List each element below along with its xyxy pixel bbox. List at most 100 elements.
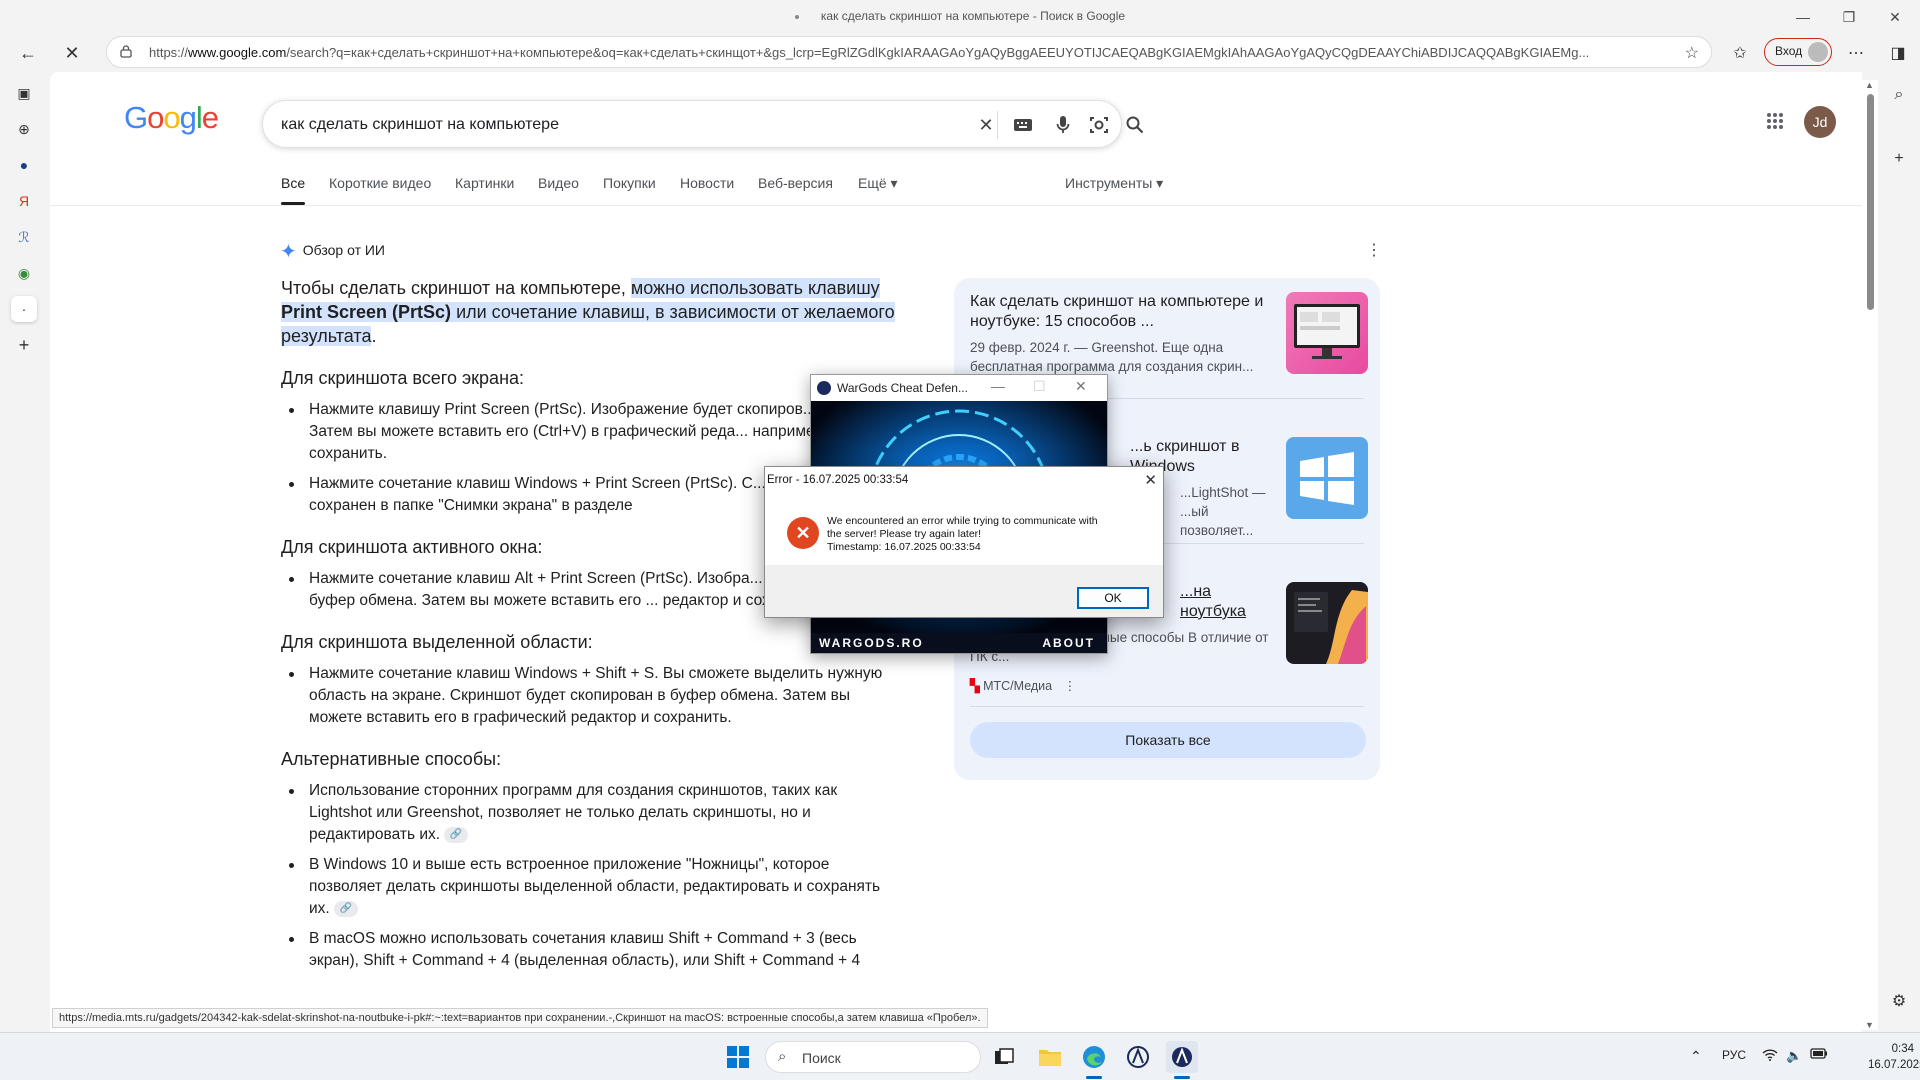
source-title[interactable]: ...на ноутбука: [1180, 582, 1280, 622]
minimize-button[interactable]: —: [1780, 0, 1826, 34]
taskbar: ⌕ Поиск ⌃ РУС 🔈 0:34 16.07.2025: [0, 1032, 1920, 1080]
ai-overview-menu-icon[interactable]: ⋮: [1366, 240, 1382, 260]
error-icon: ✕: [787, 517, 819, 549]
tab-shopping[interactable]: Покупки: [603, 175, 656, 191]
source-link-icon[interactable]: 🔗: [444, 826, 469, 843]
search-icon[interactable]: ⌕: [1886, 82, 1912, 108]
tab-favicon-plus[interactable]: ⊕: [11, 116, 37, 142]
wargods-site-link[interactable]: WARGODS.RO: [819, 636, 924, 650]
search-box[interactable]: как сделать скриншот на компьютере ✕: [262, 100, 1144, 148]
input-language[interactable]: РУС: [1722, 1048, 1746, 1062]
search-input[interactable]: как сделать скриншот на компьютере: [281, 116, 559, 134]
wargods-close-icon[interactable]: ✕: [1075, 378, 1087, 395]
tab-images[interactable]: Картинки: [455, 175, 514, 191]
ai-lead-paragraph: Чтобы сделать скриншот на компьютере, мо…: [281, 278, 895, 346]
stop-loading-icon[interactable]: ✕: [56, 37, 88, 69]
battery-icon[interactable]: [1810, 1048, 1828, 1062]
source-link-icon[interactable]: 🔗: [333, 900, 358, 917]
scrollbar-thumb[interactable]: [1867, 94, 1874, 310]
page-scrollbar[interactable]: ▲ ▼: [1862, 80, 1878, 1030]
mts-logo-icon: ▚: [970, 679, 980, 693]
task-view-icon[interactable]: [988, 1041, 1020, 1073]
add-sidebar-app-icon[interactable]: +: [1886, 146, 1912, 172]
google-logo[interactable]: Google: [124, 100, 219, 136]
sidebar-toggle-icon[interactable]: ◨: [1882, 37, 1914, 69]
wargods-taskbar-icon[interactable]: [1122, 1041, 1154, 1073]
wargods-minimize-icon[interactable]: —: [991, 378, 1005, 394]
search-divider: [997, 111, 998, 139]
tab-videos[interactable]: Видео: [538, 175, 579, 191]
microphone-icon[interactable]: [1051, 113, 1075, 137]
url-text[interactable]: https://www.google.com/search?q=как+сдел…: [149, 45, 1669, 60]
source-site[interactable]: ▚ МТС/Медиа ⋮: [970, 678, 1076, 693]
clear-search-icon[interactable]: ✕: [974, 113, 998, 137]
signin-button[interactable]: Вход: [1764, 38, 1832, 66]
tab-actions-icon[interactable]: ▣: [11, 80, 37, 106]
list-item: В Windows 10 и выше есть встроенное прил…: [281, 854, 901, 920]
account-avatar[interactable]: Jd: [1804, 106, 1836, 138]
error-dialog-close-icon[interactable]: ✕: [1144, 471, 1157, 489]
tab-favicon-translate[interactable]: ℛ: [11, 224, 37, 250]
file-explorer-icon[interactable]: [1034, 1041, 1066, 1073]
wargods-titlebar[interactable]: WarGods Cheat Defen... — ☐ ✕: [811, 375, 1107, 401]
show-all-button[interactable]: Показать все: [970, 722, 1366, 758]
taskbar-search[interactable]: ⌕ Поиск: [765, 1041, 981, 1073]
section-heading: Для скриншота выделенной области:: [281, 632, 593, 652]
search-submit-icon[interactable]: [1123, 113, 1147, 137]
wifi-icon[interactable]: [1762, 1048, 1778, 1064]
source-thumbnail[interactable]: [1286, 437, 1368, 519]
favorites-icon[interactable]: ✩: [1724, 37, 1756, 69]
tab-more[interactable]: Ещё ▾: [858, 175, 898, 192]
tools-button[interactable]: Инструменты ▾: [1065, 175, 1163, 192]
tab-short-videos[interactable]: Короткие видео: [329, 175, 431, 191]
favorite-star-icon[interactable]: ☆: [1685, 43, 1699, 63]
tab-favicon-google-active[interactable]: ·: [11, 296, 37, 322]
wargods-maximize-icon: ☐: [1033, 378, 1046, 394]
wargods-app-icon: [817, 381, 831, 395]
search-icon: ⌕: [778, 1048, 787, 1065]
edge-browser-icon[interactable]: [1078, 1041, 1110, 1073]
source-menu-icon[interactable]: ⋮: [1064, 679, 1077, 693]
error-dialog-titlebar[interactable]: Error - 16.07.2025 00:33:54 ✕: [765, 467, 1163, 493]
toolbar: ← ✕ https://www.google.com/search?q=как+…: [0, 34, 1920, 72]
site-info-icon[interactable]: [119, 44, 135, 60]
wargods-about-link[interactable]: ABOUT: [1042, 636, 1095, 650]
close-window-button[interactable]: ✕: [1872, 0, 1918, 34]
new-tab-icon[interactable]: +: [11, 332, 37, 358]
tab-news[interactable]: Новости: [680, 175, 734, 191]
source-thumbnail[interactable]: [1286, 582, 1368, 664]
ok-button[interactable]: OK: [1077, 587, 1149, 609]
more-menu-icon[interactable]: ⋯: [1840, 37, 1872, 69]
ai-overview-content: Чтобы сделать скриншот на компьютере, мо…: [281, 276, 901, 980]
tab-favicon-yandex[interactable]: Я: [11, 188, 37, 214]
error-dialog[interactable]: Error - 16.07.2025 00:33:54 ✕ ✕ We encou…: [764, 466, 1164, 618]
scroll-up-icon[interactable]: ▲: [1865, 80, 1874, 90]
wargods-active-taskbar-icon[interactable]: [1166, 1041, 1198, 1073]
google-apps-icon[interactable]: [1766, 112, 1784, 135]
tab-web[interactable]: Веб-версия: [758, 175, 833, 191]
wargods-footer: WARGODS.RO ABOUT: [811, 633, 1107, 653]
edge-sidebar: ⌕ + ⚙: [1878, 72, 1920, 1032]
volume-icon[interactable]: 🔈: [1786, 1048, 1802, 1064]
error-message: We encountered an error while trying to …: [827, 515, 1098, 553]
start-windows-icon[interactable]: [722, 1041, 754, 1073]
source-thumbnail[interactable]: [1286, 292, 1368, 374]
lens-camera-icon[interactable]: [1087, 113, 1111, 137]
tab-favicon-chrome[interactable]: ◉: [11, 260, 37, 286]
settings-gear-icon[interactable]: ⚙: [1886, 988, 1912, 1014]
back-icon[interactable]: ←: [12, 37, 44, 69]
error-dialog-body: ✕ We encountered an error while trying t…: [765, 493, 1163, 565]
scroll-down-icon[interactable]: ▼: [1865, 1020, 1874, 1030]
source-snippet: ...LightShot — ...ый позволяет...: [1180, 485, 1266, 538]
edge-active-indicator: [1086, 1076, 1102, 1079]
source-title[interactable]: Как сделать скриншот на компьютере и ноу…: [970, 292, 1270, 332]
tab-all[interactable]: Все: [281, 175, 306, 205]
wargods-active-indicator: [1174, 1076, 1190, 1079]
keyboard-icon[interactable]: [1011, 113, 1035, 137]
system-clock[interactable]: 0:34 16.07.2025: [1868, 1041, 1920, 1073]
maximize-button[interactable]: ❐: [1826, 0, 1872, 34]
tab-favicon-wargods[interactable]: ●: [11, 152, 37, 178]
address-bar[interactable]: https://www.google.com/search?q=как+сдел…: [106, 36, 1712, 68]
source-card[interactable]: Как сделать скриншот на компьютере и ноу…: [970, 292, 1368, 384]
tray-overflow-chevron-icon[interactable]: ⌃: [1690, 1048, 1702, 1065]
